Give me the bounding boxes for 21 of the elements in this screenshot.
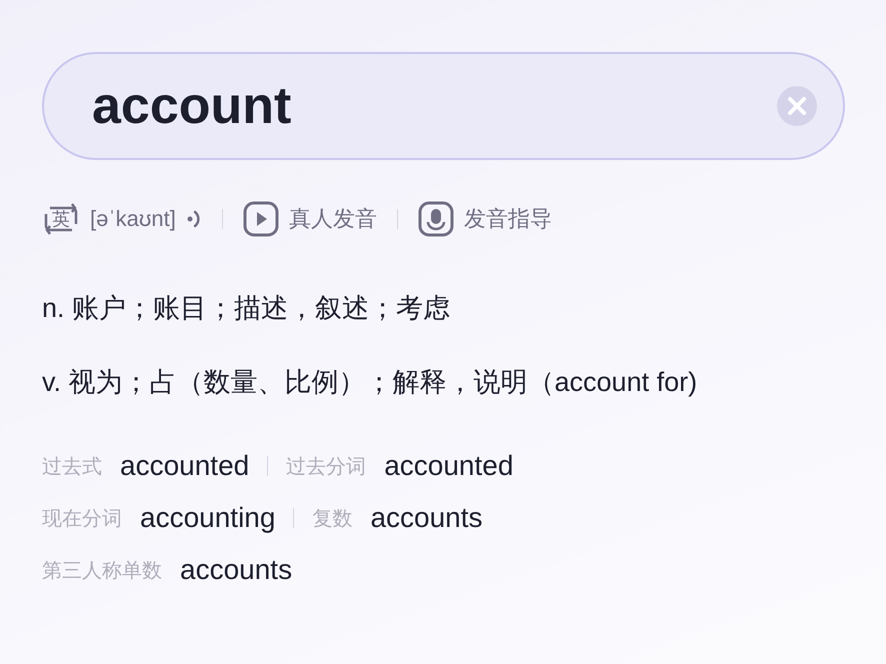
form-value: accounts [180, 554, 292, 586]
form-label: 过去分词 [286, 454, 366, 480]
language-toggle[interactable]: 英 [42, 200, 80, 238]
pronunciation-button[interactable]: 发音指导 [418, 201, 552, 237]
microphone-icon [418, 201, 454, 237]
definition-text: n. 账户；账目；描述，叙述；考虑 [42, 292, 452, 325]
form-label: 现在分词 [42, 506, 122, 532]
search-input[interactable]: account [90, 75, 777, 137]
form-label: 过去式 [42, 454, 102, 480]
form-value: accounted [120, 450, 250, 482]
phonetic-text: [əˈkaʊnt] [90, 206, 176, 232]
pronunciation-button[interactable]: 真人发音 [242, 201, 377, 237]
form-label: 复数 [312, 506, 352, 532]
form-value: accounted [384, 450, 514, 482]
speaker-icon[interactable] [186, 208, 202, 230]
definition-text: v. 视为；占（数量、比例）；解释，说明（account for) [42, 366, 698, 399]
form-label: 第三人称单数 [42, 558, 162, 584]
search-field[interactable]: account [42, 52, 845, 160]
play-icon [242, 201, 279, 237]
form-value: accounts [370, 502, 483, 534]
form-value: accounting [140, 502, 276, 534]
